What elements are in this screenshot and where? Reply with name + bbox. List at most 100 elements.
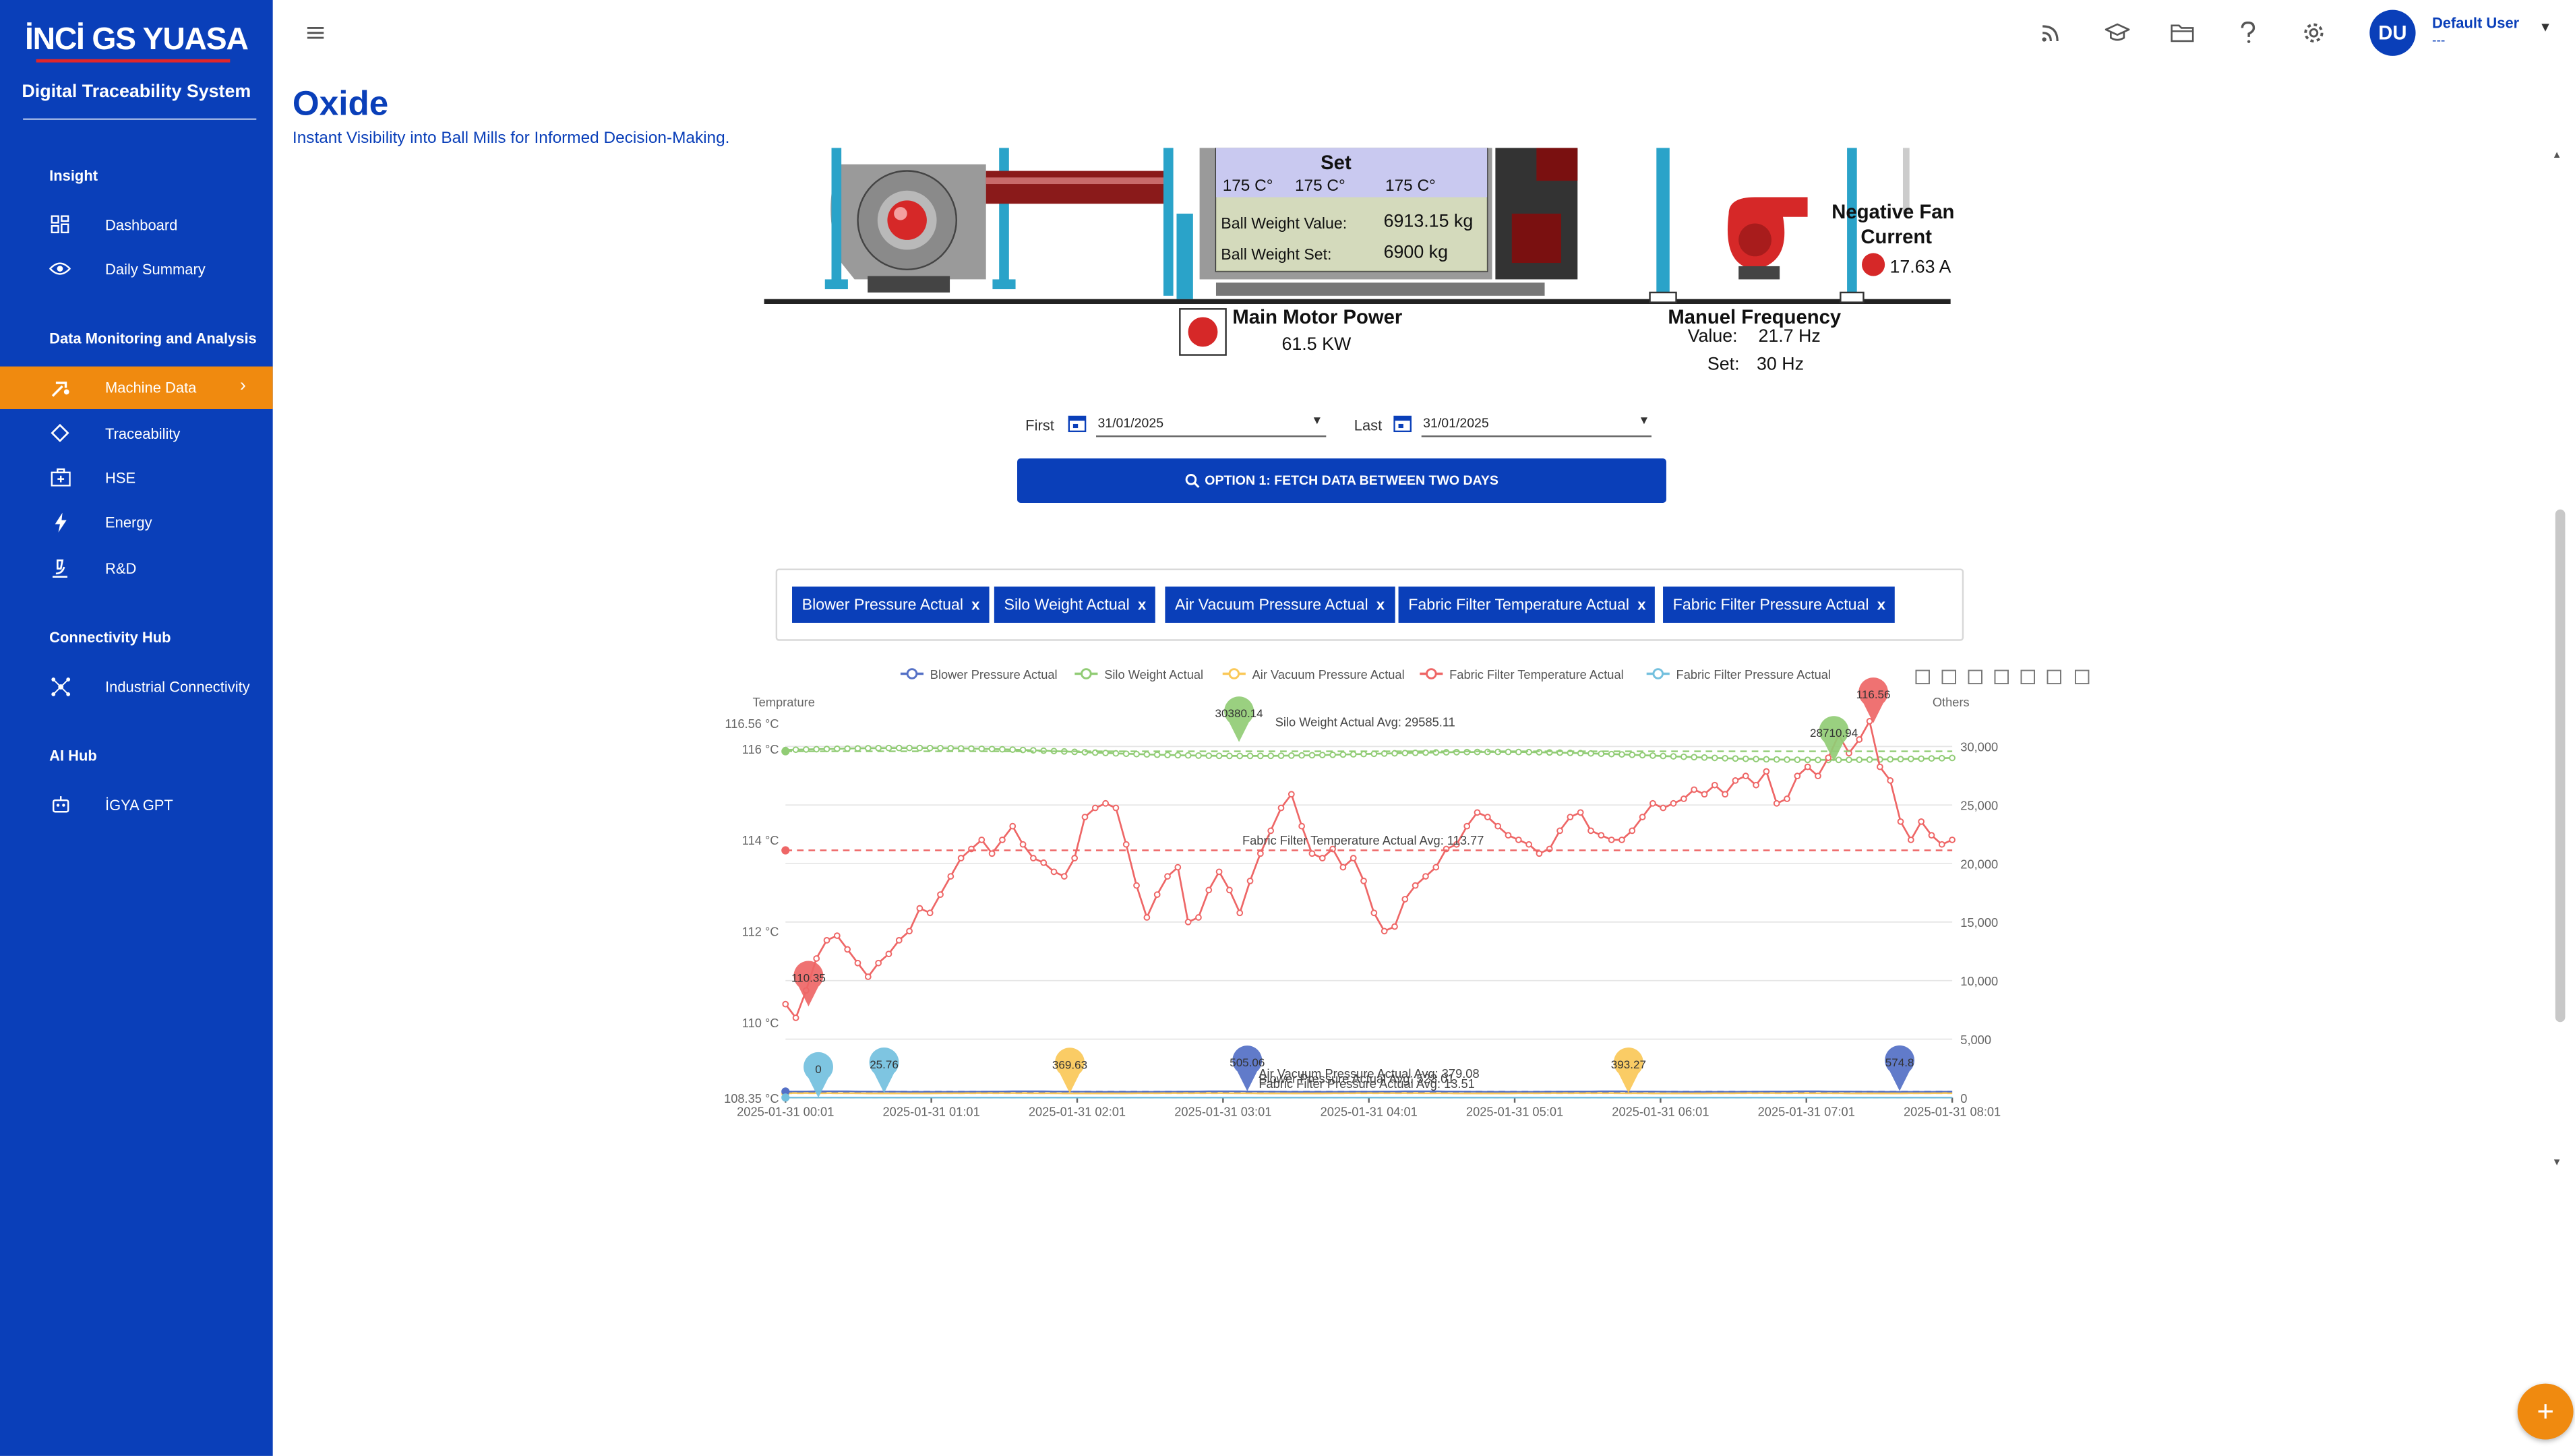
frequency-set: 30 Hz — [1757, 354, 1804, 374]
data-point-silo-weight — [866, 746, 871, 751]
data-point-silo-weight — [1237, 754, 1242, 759]
folder-icon[interactable] — [2169, 20, 2195, 46]
data-point-fabric-filter-temperature — [1392, 924, 1397, 930]
data-point-fabric-filter-temperature — [1918, 819, 1924, 824]
data-point-silo-weight — [1691, 754, 1697, 760]
sidebar-item-dashboard[interactable]: Dashboard — [0, 204, 273, 246]
data-point-silo-weight — [1856, 757, 1862, 762]
scroll-down-arrow[interactable]: ▼ — [2552, 1159, 2562, 1169]
data-point-fabric-filter-temperature — [1186, 919, 1191, 925]
chip-fabric-filter-pressure[interactable]: Fabric Filter Pressure Actualx — [1663, 586, 1896, 623]
chip-blower-pressure[interactable]: Blower Pressure Actualx — [792, 586, 990, 623]
data-point-silo-weight — [1103, 750, 1108, 756]
data-point-fabric-filter-temperature — [1650, 801, 1656, 806]
close-icon[interactable]: x — [1877, 597, 1885, 613]
data-point-fabric-filter-temperature — [1423, 874, 1428, 879]
legend-marker — [907, 669, 917, 679]
data-point-fabric-filter-temperature — [1567, 814, 1573, 820]
data-point-fabric-filter-temperature — [1371, 910, 1376, 915]
data-point-silo-weight — [1846, 757, 1852, 762]
close-icon[interactable]: x — [971, 597, 979, 613]
last-date-input[interactable]: 31/01/2025 — [1423, 416, 1489, 431]
calendar-icon[interactable] — [1393, 414, 1412, 432]
data-point-fabric-filter-temperature — [1093, 806, 1098, 811]
data-point-fabric-filter-temperature — [897, 938, 902, 943]
x-tick-label: 2025-01-31 07:01 — [1758, 1104, 1855, 1118]
y-left-tick-label: 110 °C — [742, 1016, 779, 1030]
rss-icon[interactable] — [2038, 20, 2064, 46]
data-point-fabric-filter-temperature — [1702, 791, 1707, 797]
close-icon[interactable]: x — [1376, 597, 1385, 613]
data-point-silo-weight — [1083, 750, 1088, 755]
calendar-icon[interactable] — [1068, 414, 1087, 432]
avatar[interactable]: DU — [2369, 10, 2415, 56]
chevron-down-icon[interactable]: ▼ — [1311, 416, 1323, 427]
data-point-fabric-filter-temperature — [1134, 883, 1139, 888]
network-icon — [49, 675, 71, 697]
chip-silo-weight[interactable]: Silo Weight Actualx — [994, 586, 1156, 623]
add-fab-button[interactable]: + — [2518, 1384, 2574, 1440]
data-view-icon — [1968, 671, 1982, 684]
y-left-tick-label: 114 °C — [742, 833, 779, 847]
sidebar-item-igya-gpt[interactable]: İGYA GPT — [0, 784, 273, 826]
data-point-silo-weight — [1650, 753, 1656, 758]
data-point-fabric-filter-temperature — [1237, 910, 1242, 915]
data-point-silo-weight — [1299, 753, 1304, 758]
chevron-right-icon: › — [240, 376, 246, 396]
fetch-data-button[interactable]: OPTION 1: FETCH DATA BETWEEN TWO DAYS — [1017, 458, 1666, 503]
sidebar-item-machine-data[interactable]: Machine Data › — [0, 367, 273, 409]
average-line-start — [781, 1093, 789, 1101]
page-title: Oxide — [293, 86, 388, 125]
data-point-silo-weight — [1743, 756, 1749, 762]
data-point-fabric-filter-temperature — [1733, 778, 1738, 783]
data-point-silo-weight — [1753, 756, 1759, 762]
hamburger-menu-icon[interactable] — [305, 23, 325, 42]
data-point-silo-weight — [1929, 756, 1935, 761]
sidebar-item-label: İGYA GPT — [105, 797, 173, 813]
chevron-down-icon[interactable]: ▼ — [1638, 416, 1649, 427]
sidebar-item-hse[interactable]: HSE — [0, 457, 273, 499]
y-right-tick-label: 15,000 — [1960, 915, 1998, 930]
data-point-fabric-filter-temperature — [876, 961, 881, 966]
data-point-fabric-filter-temperature — [1537, 851, 1542, 856]
sidebar-divider — [23, 119, 256, 120]
data-point-silo-weight — [1939, 756, 1945, 761]
data-point-silo-weight — [1206, 753, 1211, 758]
data-point-fabric-filter-temperature — [1217, 869, 1222, 874]
x-tick-label: 2025-01-31 06:01 — [1612, 1104, 1709, 1118]
settings-icon[interactable] — [2301, 20, 2327, 46]
series-chip-input[interactable]: Blower Pressure Actualx Silo Weight Actu… — [776, 568, 1964, 640]
frequency-value: 21.7 Hz — [1758, 326, 1820, 346]
y-right-tick-label: 25,000 — [1960, 799, 1998, 813]
sidebar-item-daily-summary[interactable]: Daily Summary — [0, 248, 273, 291]
first-date-input[interactable]: 31/01/2025 — [1097, 416, 1163, 431]
help-icon[interactable] — [2235, 20, 2261, 46]
data-marker-label: 110.35 — [791, 971, 826, 984]
chip-air-vacuum-pressure[interactable]: Air Vacuum Pressure Actualx — [1165, 586, 1394, 623]
chevron-down-icon[interactable]: ▼ — [2539, 20, 2551, 34]
data-point-silo-weight — [1217, 753, 1222, 758]
data-point-fabric-filter-temperature — [928, 910, 933, 915]
sidebar-item-industrial-connectivity[interactable]: Industrial Connectivity — [0, 665, 273, 708]
data-point-silo-weight — [1671, 754, 1676, 759]
download-icon — [2076, 671, 2089, 684]
sidebar-item-traceability[interactable]: Traceability — [0, 413, 273, 455]
graduation-cap-icon[interactable] — [2103, 20, 2129, 46]
sidebar-item-rnd[interactable]: R&D — [0, 547, 273, 590]
close-icon[interactable]: x — [1637, 597, 1645, 613]
data-point-fabric-filter-temperature — [1774, 801, 1780, 806]
data-point-fabric-filter-temperature — [1351, 855, 1356, 861]
user-name[interactable]: Default User — [2432, 15, 2519, 31]
data-point-silo-weight — [897, 746, 902, 751]
data-point-fabric-filter-temperature — [1898, 819, 1904, 824]
chip-fabric-filter-temperature[interactable]: Fabric Filter Temperature Actualx — [1399, 586, 1656, 623]
scrollbar-thumb[interactable] — [2555, 510, 2566, 1023]
temp-3: 175 C° — [1385, 177, 1436, 195]
data-point-silo-weight — [1279, 753, 1284, 758]
data-point-silo-weight — [959, 746, 964, 751]
scroll-up-arrow[interactable]: ▲ — [2552, 151, 2562, 161]
x-tick-label: 2025-01-31 05:01 — [1466, 1104, 1563, 1118]
close-icon[interactable]: x — [1138, 597, 1146, 613]
sidebar-item-energy[interactable]: Energy — [0, 502, 273, 544]
machine-data-chart[interactable]: Blower Pressure ActualSilo Weight Actual… — [717, 657, 2113, 1134]
